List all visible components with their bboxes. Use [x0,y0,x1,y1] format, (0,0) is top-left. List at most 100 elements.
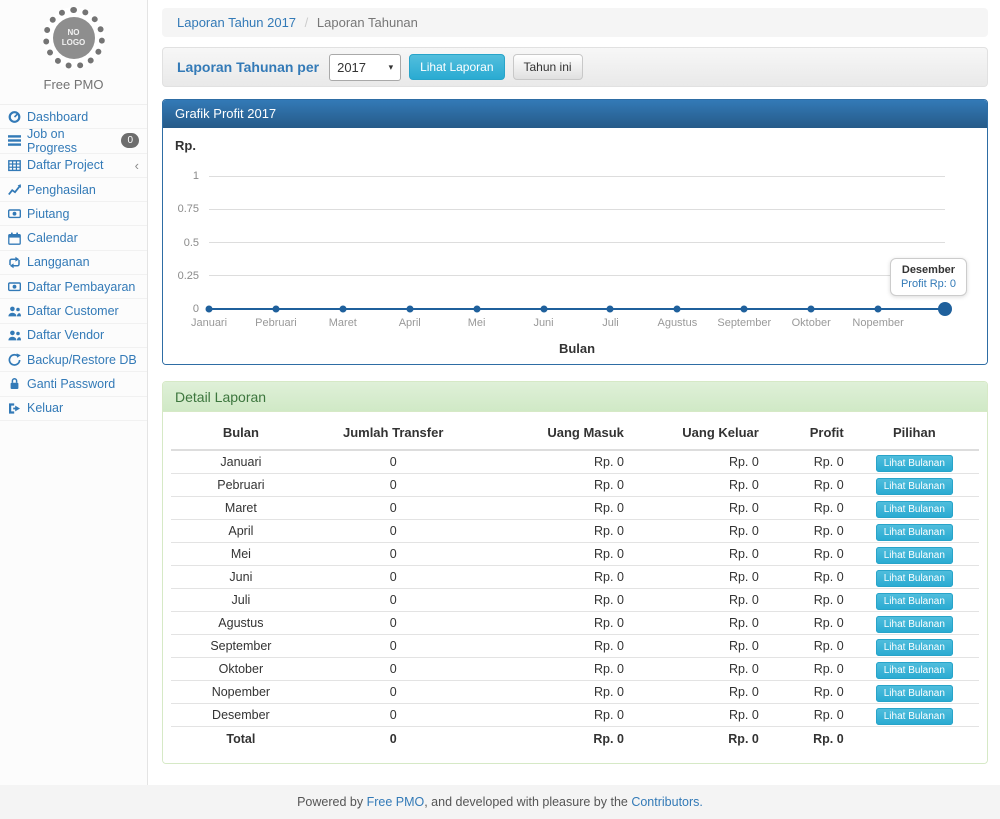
chart-point-oktober[interactable] [808,306,815,313]
sidebar: NO LOGO Free PMO Dashboard Job on Progres… [0,0,148,785]
chart-point-agustus[interactable] [674,306,681,313]
cell-pilihan: Lihat Bulanan [850,588,979,611]
sidebar-item-calendar[interactable]: Calendar [0,226,147,250]
sidebar-item-label: Piutang [27,207,69,221]
cell-uang-masuk: Rp. 0 [476,565,630,588]
cell-jumlah-transfer: 0 [311,519,476,542]
lihat-bulanan-button-nopember[interactable]: Lihat Bulanan [876,685,953,702]
year-select[interactable]: 2017 ▾ [329,54,401,81]
lihat-bulanan-button-agustus[interactable]: Lihat Bulanan [876,616,953,633]
sidebar-item-dashboard[interactable]: Dashboard [0,105,147,129]
lihat-bulanan-button-september[interactable]: Lihat Bulanan [876,639,953,656]
footer-link-freepmo[interactable]: Free PMO [367,795,425,809]
cell-uang-masuk: Rp. 0 [476,634,630,657]
cell-bulan: April [171,519,311,542]
chart-point-juli[interactable] [607,306,614,313]
x-tick-label: Mei [468,317,486,329]
cell-profit: Rp. 0 [765,680,850,703]
cell-uang-masuk: Rp. 0 [476,542,630,565]
breadcrumb-current: Laporan Tahunan [317,15,418,30]
cell-uang-keluar: Rp. 0 [630,519,765,542]
chart-body: Rp. 00.250.50.751JanuariPebruariMaretApr… [163,128,987,364]
footer-link-contributors[interactable]: Contributors. [631,795,703,809]
lihat-bulanan-button-januari[interactable]: Lihat Bulanan [876,455,953,472]
cell-uang-keluar: Rp. 0 [630,611,765,634]
lihat-bulanan-button-desember[interactable]: Lihat Bulanan [876,708,953,725]
chart-point-nopember[interactable] [875,306,882,313]
lihat-bulanan-button-oktober[interactable]: Lihat Bulanan [876,662,953,679]
table-row: Desember0Rp. 0Rp. 0Rp. 0Lihat Bulanan [171,703,979,726]
main-content: Laporan Tahun 2017 / Laporan Tahunan Lap… [148,0,1000,785]
sidebar-item-backup-restore-db[interactable]: Backup/Restore DB [0,348,147,372]
lihat-bulanan-button-juli[interactable]: Lihat Bulanan [876,593,953,610]
logo-area: NO LOGO Free PMO [0,0,147,92]
chart-point-desember[interactable] [938,302,952,316]
sidebar-item-langganan[interactable]: Langganan [0,251,147,275]
chart-point-juni[interactable] [540,306,547,313]
sidebar-item-daftar-customer[interactable]: Daftar Customer [0,299,147,323]
cell-profit: Rp. 0 [765,450,850,473]
cell-bulan: Januari [171,450,311,473]
sidebar-item-label: Dashboard [27,110,88,124]
cell-profit: Rp. 0 [765,542,850,565]
table-row: Pebruari0Rp. 0Rp. 0Rp. 0Lihat Bulanan [171,473,979,496]
table-total-row: Total0Rp. 0Rp. 0Rp. 0 [171,726,979,749]
no-logo-text: NO LOGO [53,17,95,59]
x-tick-label: Pebruari [255,317,297,329]
chart-point-mei[interactable] [473,306,480,313]
cell-profit: Rp. 0 [765,496,850,519]
sidebar-item-label: Backup/Restore DB [27,353,137,367]
sidebar-item-label: Langganan [27,255,90,269]
users-icon [8,305,21,318]
money-icon [8,280,21,293]
chart-point-pebruari[interactable] [272,306,279,313]
sidebar-item-penghasilan[interactable]: Penghasilan [0,178,147,202]
cell-uang-keluar: Rp. 0 [630,657,765,680]
lihat-bulanan-button-juni[interactable]: Lihat Bulanan [876,570,953,587]
lihat-bulanan-button-pebruari[interactable]: Lihat Bulanan [876,478,953,495]
sidebar-item-ganti-password[interactable]: Ganti Password [0,372,147,396]
sidebar-item-daftar-project[interactable]: Daftar Project‹ [0,154,147,178]
chart-icon [8,183,21,196]
sidebar-item-keluar[interactable]: Keluar [0,397,147,421]
column-header-pilihan: Pilihan [850,416,979,450]
table-row: Oktober0Rp. 0Rp. 0Rp. 0Lihat Bulanan [171,657,979,680]
cell-jumlah-transfer: 0 [311,565,476,588]
lihat-bulanan-button-april[interactable]: Lihat Bulanan [876,524,953,541]
signout-icon [8,402,21,415]
breadcrumb-link[interactable]: Laporan Tahun 2017 [177,15,296,30]
chart-point-september[interactable] [741,306,748,313]
cell-bulan: Oktober [171,657,311,680]
column-header-bulan: Bulan [171,416,311,450]
detail-panel-body: BulanJumlah TransferUang MasukUang Kelua… [163,412,987,763]
cell-bulan: Mei [171,542,311,565]
cell-pilihan: Lihat Bulanan [850,542,979,565]
cell-uang-keluar: Rp. 0 [630,680,765,703]
lihat-bulanan-button-mei[interactable]: Lihat Bulanan [876,547,953,564]
table-row: September0Rp. 0Rp. 0Rp. 0Lihat Bulanan [171,634,979,657]
tasks-icon [8,134,21,147]
lihat-bulanan-button-maret[interactable]: Lihat Bulanan [876,501,953,518]
sidebar-item-daftar-vendor[interactable]: Daftar Vendor [0,324,147,348]
lihat-laporan-button[interactable]: Lihat Laporan [409,54,504,80]
y-tick-label: 0.5 [165,237,199,249]
chart-point-maret[interactable] [339,306,346,313]
sidebar-item-piutang[interactable]: Piutang [0,202,147,226]
cell-jumlah-transfer: 0 [311,450,476,473]
cell-pilihan: Lihat Bulanan [850,657,979,680]
cell-profit: Rp. 0 [765,634,850,657]
column-header-profit: Profit [765,416,850,450]
plot-area: 00.250.50.751JanuariPebruariMaretAprilMe… [209,176,945,309]
sidebar-item-daftar-pembayaran[interactable]: Daftar Pembayaran [0,275,147,299]
tahun-ini-button[interactable]: Tahun ini [513,54,583,80]
detail-panel-title: Detail Laporan [163,382,987,412]
cell-uang-keluar: Rp. 0 [630,542,765,565]
dashboard-icon [8,110,21,123]
cell-profit: Rp. 0 [765,519,850,542]
sidebar-item-job-on-progress[interactable]: Job on Progress0 [0,129,147,153]
year-select-value: 2017 [337,60,366,75]
users-icon [8,329,21,342]
chart-point-april[interactable] [406,306,413,313]
chart-point-januari[interactable] [206,306,213,313]
tooltip-value: Profit Rp: 0 [901,278,956,290]
